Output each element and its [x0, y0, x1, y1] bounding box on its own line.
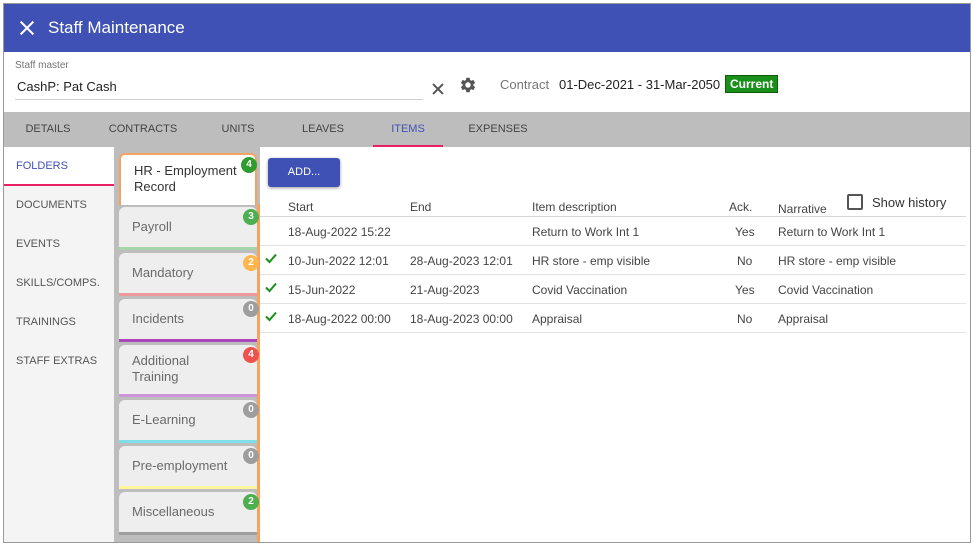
folder-additional-training[interactable]: Additional Training 4 [119, 345, 259, 397]
sidebar-item-events[interactable]: EVENTS [4, 225, 114, 264]
folder-list: HR - Employment Record 4 Payroll 3 Manda… [114, 147, 260, 542]
cell-narrative: Covid Vaccination [778, 283, 874, 297]
staff-master-field[interactable]: CashP: Pat Cash [17, 79, 117, 94]
status-badge: Current [725, 75, 779, 93]
folder-count-badge: 4 [241, 157, 257, 173]
folder-count-badge: 4 [243, 347, 259, 363]
folder-miscellaneous[interactable]: Miscellaneous 2 [119, 492, 259, 535]
column-header-start[interactable]: Start [288, 200, 313, 214]
contract-dates: 01-Dec-2021 - 31-Mar-2050 [559, 77, 721, 92]
cell-narrative: Return to Work Int 1 [778, 225, 886, 239]
cell-item-description: Return to Work Int 1 [532, 225, 640, 239]
folder-label: Miscellaneous [132, 504, 215, 519]
check-icon [265, 311, 277, 322]
cell-narrative: HR store - emp visible [778, 254, 897, 268]
folder-incidents[interactable]: Incidents 0 [119, 299, 259, 342]
cell-start: 18-Aug-2022 00:00 [288, 312, 391, 326]
staff-master-underline [15, 99, 423, 100]
table-row[interactable]: 10-Jun-2022 12:01 28-Aug-2023 12:01 HR s… [260, 246, 966, 275]
column-header-narrative[interactable]: Narrative [778, 202, 827, 216]
table-row[interactable]: 18-Aug-2022 00:00 18-Aug-2023 00:00 Appr… [260, 304, 966, 333]
folder-count-badge: 3 [243, 209, 259, 225]
cell-end: 28-Aug-2023 12:01 [410, 254, 513, 268]
tab-bar: DETAILS CONTRACTS UNITS LEAVES ITEMS EXP… [4, 112, 970, 147]
add-button[interactable]: ADD... [268, 158, 340, 187]
table-header: Start End Item description Ack. Narrativ… [260, 197, 966, 217]
cell-start: 10-Jun-2022 12:01 [288, 254, 389, 268]
table-row[interactable]: 18-Aug-2022 15:22 Return to Work Int 1 Y… [260, 217, 966, 246]
folder-count-badge: 0 [243, 402, 259, 418]
folder-pre-employment[interactable]: Pre-employment 0 [119, 446, 259, 489]
column-header-ack[interactable]: Ack. [729, 200, 752, 214]
gear-icon[interactable] [459, 76, 477, 94]
sidebar-item-trainings[interactable]: TRAININGS [4, 303, 114, 342]
cell-start: 18-Aug-2022 15:22 [288, 225, 391, 239]
folder-label: Payroll [132, 219, 172, 234]
folder-label: Mandatory [132, 265, 194, 280]
sidebar: FOLDERS DOCUMENTS EVENTS SKILLS/COMPS. T… [4, 147, 114, 542]
folder-label: HR - Employment Record [134, 163, 237, 194]
cell-ack: Yes [735, 283, 755, 297]
cell-ack: No [737, 312, 753, 326]
sidebar-item-skills[interactable]: SKILLS/COMPS. [4, 264, 114, 303]
tab-contracts[interactable]: CONTRACTS [102, 112, 184, 147]
cell-ack: Yes [735, 225, 755, 239]
cell-item-description: Appraisal [532, 312, 583, 326]
column-header-end[interactable]: End [410, 200, 431, 214]
folder-count-badge: 2 [243, 494, 259, 510]
tab-leaves[interactable]: LEAVES [290, 112, 356, 147]
tab-expenses[interactable]: EXPENSES [460, 112, 536, 147]
cell-item-description: Covid Vaccination [532, 283, 628, 297]
folder-payroll[interactable]: Payroll 3 [119, 207, 259, 250]
folder-label: Pre-employment [132, 458, 228, 473]
tab-units[interactable]: UNITS [210, 112, 266, 147]
folder-label: Additional Training [132, 353, 190, 384]
title-bar: Staff Maintenance [4, 4, 970, 52]
folder-hr-employment-record[interactable]: HR - Employment Record 4 [119, 153, 257, 205]
sidebar-item-staff-extras[interactable]: STAFF EXTRAS [4, 342, 114, 381]
folder-label: Incidents [132, 311, 185, 326]
staff-maintenance-window: Staff Maintenance Staff master CashP: Pa… [3, 3, 971, 543]
tab-items[interactable]: ITEMS [373, 112, 443, 147]
contract-label: Contract [500, 77, 550, 92]
close-icon[interactable] [19, 20, 35, 36]
sidebar-item-documents[interactable]: DOCUMENTS [4, 186, 114, 225]
table-row[interactable]: 15-Jun-2022 21-Aug-2023 Covid Vaccinatio… [260, 275, 966, 304]
sidebar-item-folders[interactable]: FOLDERS [4, 147, 114, 186]
cell-end: 18-Aug-2023 00:00 [410, 312, 513, 326]
cell-start: 15-Jun-2022 [288, 283, 356, 297]
staff-header: Staff master CashP: Pat Cash Contract 01… [4, 52, 970, 112]
page-title: Staff Maintenance [48, 18, 185, 37]
folder-count-badge: 0 [243, 301, 259, 317]
clear-icon[interactable] [432, 83, 444, 95]
cell-end: 21-Aug-2023 [410, 283, 480, 297]
folder-label: E-Learning [132, 412, 196, 427]
folder-count-badge: 2 [243, 255, 259, 271]
cell-item-description: HR store - emp visible [532, 254, 651, 268]
tab-details[interactable]: DETAILS [4, 112, 92, 147]
check-icon [265, 282, 277, 293]
folder-count-badge: 0 [243, 448, 259, 464]
folder-e-learning[interactable]: E-Learning 0 [119, 400, 259, 443]
check-icon [265, 253, 277, 264]
cell-narrative: Appraisal [778, 312, 829, 326]
column-header-item-description[interactable]: Item description [532, 200, 617, 214]
cell-ack: No [737, 254, 753, 268]
staff-master-label: Staff master [15, 60, 69, 71]
folder-mandatory[interactable]: Mandatory 2 [119, 253, 259, 296]
items-panel: ADD... Show history Start End Item descr… [260, 147, 970, 542]
